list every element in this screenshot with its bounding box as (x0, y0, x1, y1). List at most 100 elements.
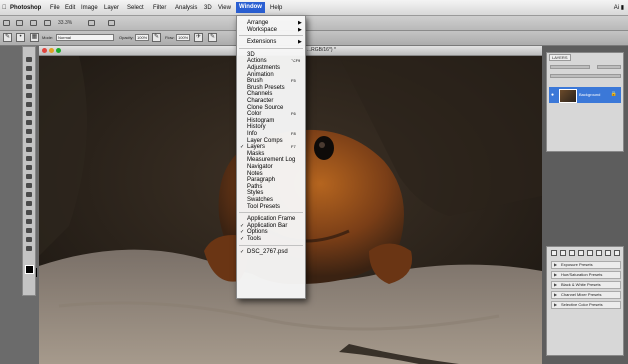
app-bridge-icon[interactable] (3, 20, 10, 26)
close-window-icon[interactable] (42, 48, 47, 53)
menu-item-options[interactable]: Options (247, 229, 268, 235)
menu-item-layer-comps[interactable]: Layer Comps (247, 138, 283, 144)
move-tool-icon[interactable] (26, 57, 32, 62)
menu-item-paragraph[interactable]: Paragraph (247, 177, 275, 183)
menu-item-swatches[interactable]: Swatches (247, 197, 273, 203)
menu-item-info[interactable]: Info (247, 131, 257, 137)
crop-tool-icon[interactable] (26, 93, 32, 98)
dodge-tool-icon[interactable] (26, 174, 32, 179)
menu-item-adjustments[interactable]: Adjustments (247, 65, 280, 71)
menu-item-layers[interactable]: Layers (247, 144, 265, 150)
eyedropper-tool-icon[interactable] (26, 102, 32, 107)
brush-tool-preset-icon[interactable]: ✎ (3, 33, 12, 42)
menu-item-dsc-2767-psd[interactable]: DSC_2767.psd (247, 249, 288, 255)
menu-item-navigator[interactable]: Navigator (247, 164, 273, 170)
airbrush-icon[interactable]: ✈ (194, 33, 203, 42)
eraser-tool-icon[interactable] (26, 147, 32, 152)
zoom-tool-icon[interactable] (26, 246, 32, 251)
layers-tab[interactable]: LAYERS (549, 54, 571, 61)
menu-item-clone-source[interactable]: Clone Source (247, 105, 283, 111)
opacity-field[interactable]: 100% (135, 34, 149, 41)
preset-exposure[interactable]: ▶ Exposure Presets (551, 261, 621, 269)
layer-visibility-icon[interactable]: ● (551, 92, 554, 98)
curves-icon[interactable] (569, 250, 575, 256)
menu-select[interactable]: Select (127, 5, 144, 12)
gradient-tool-icon[interactable] (26, 156, 32, 161)
preset-selective-color[interactable]: ▶ Selective Color Presets (551, 301, 621, 309)
blur-tool-icon[interactable] (26, 165, 32, 170)
shape-tool-icon[interactable] (26, 210, 32, 215)
menu-item-paths[interactable]: Paths (247, 184, 262, 190)
menu-item-application-bar[interactable]: Application Bar (247, 223, 287, 229)
menu-item-tool-presets[interactable]: Tool Presets (247, 204, 280, 210)
clone-stamp-tool-icon[interactable] (26, 129, 32, 134)
menu-help[interactable]: Help (270, 5, 282, 12)
apple-menu-icon[interactable]:  (2, 5, 7, 12)
menu-item-masks[interactable]: Masks (247, 151, 264, 157)
history-brush-tool-icon[interactable] (26, 138, 32, 143)
zoom-window-icon[interactable] (56, 48, 61, 53)
menu-item-color[interactable]: Color (247, 111, 261, 117)
brightness-contrast-icon[interactable] (551, 250, 557, 256)
menu-item-histogram[interactable]: Histogram (247, 118, 274, 124)
hand-tool-icon[interactable] (44, 20, 51, 26)
menu-view[interactable]: View (218, 5, 231, 12)
menu-item-notes[interactable]: Notes (247, 171, 263, 177)
menu-item-measurement-log[interactable]: Measurement Log (247, 157, 295, 163)
menu-item-tools[interactable]: Tools (247, 236, 261, 242)
menu-item-application-frame[interactable]: Application Frame (247, 216, 295, 222)
menu-item-styles[interactable]: Styles (247, 190, 263, 196)
toggle-brush-panel-icon[interactable]: ▦ (30, 33, 39, 42)
menu-layer[interactable]: Layer (104, 5, 119, 12)
screen-mode-icon[interactable] (108, 20, 115, 26)
preset-black-white[interactable]: ▶ Black & White Presets (551, 281, 621, 289)
preset-channel-mixer[interactable]: ▶ Channel Mixer Presets (551, 291, 621, 299)
menu-item-3d[interactable]: 3D (247, 52, 255, 58)
menu-file[interactable]: File (50, 5, 60, 12)
black-white-icon[interactable] (614, 250, 620, 256)
levels-icon[interactable] (560, 250, 566, 256)
menu-image[interactable]: Image (81, 5, 98, 12)
arrange-documents-icon[interactable] (88, 20, 95, 26)
preset-hue-saturation[interactable]: ▶ Hue/Saturation Presets (551, 271, 621, 279)
foreground-color-swatch[interactable] (25, 265, 34, 274)
menu-item-history[interactable]: History (247, 124, 266, 130)
type-tool-icon[interactable] (26, 192, 32, 197)
lasso-tool-icon[interactable] (26, 75, 32, 80)
healing-tool-icon[interactable] (26, 111, 32, 116)
flow-field[interactable]: 100% (176, 34, 190, 41)
3d-orbit-tool-icon[interactable] (26, 228, 32, 233)
menu-item-brush[interactable]: Brush (247, 78, 263, 84)
layer-blend-mode-dropdown[interactable] (550, 65, 590, 69)
minimize-window-icon[interactable] (49, 48, 54, 53)
pressure-opacity-icon[interactable]: ✎ (152, 33, 161, 42)
vibrance-icon[interactable] (587, 250, 593, 256)
3d-rotate-tool-icon[interactable] (26, 219, 32, 224)
hue-saturation-icon[interactable] (596, 250, 602, 256)
layer-opacity-field[interactable] (597, 65, 621, 69)
menu-analysis[interactable]: Analysis (175, 5, 197, 12)
menu-item-arrange[interactable]: Arrange (247, 20, 268, 26)
menu-item-workspace[interactable]: Workspace (247, 27, 277, 33)
layer-row-background[interactable]: ● Background 🔒 (549, 87, 621, 103)
layer-lock-row[interactable] (550, 74, 621, 78)
zoom-level[interactable]: 33.3% (58, 20, 72, 26)
quick-select-tool-icon[interactable] (26, 84, 32, 89)
menu-filter[interactable]: Filter (153, 5, 166, 12)
menu-item-brush-presets[interactable]: Brush Presets (247, 85, 285, 91)
menu-item-extensions[interactable]: Extensions (247, 39, 276, 45)
view-extras-icon[interactable] (30, 20, 37, 26)
pen-tool-icon[interactable] (26, 183, 32, 188)
menu-edit[interactable]: Edit (65, 5, 75, 12)
menu-item-channels[interactable]: Channels (247, 91, 272, 97)
menu-app-name[interactable]: Photoshop (10, 5, 41, 12)
brush-size-picker[interactable]: • (16, 33, 25, 42)
menu-item-actions[interactable]: Actions (247, 58, 267, 64)
menu-item-character[interactable]: Character (247, 98, 273, 104)
mini-bridge-icon[interactable] (16, 20, 23, 26)
mode-dropdown[interactable]: Normal (56, 34, 114, 41)
menu-window[interactable]: Window (236, 2, 265, 13)
pressure-size-icon[interactable]: ✎ (208, 33, 217, 42)
marquee-tool-icon[interactable] (26, 66, 32, 71)
exposure-icon[interactable] (578, 250, 584, 256)
